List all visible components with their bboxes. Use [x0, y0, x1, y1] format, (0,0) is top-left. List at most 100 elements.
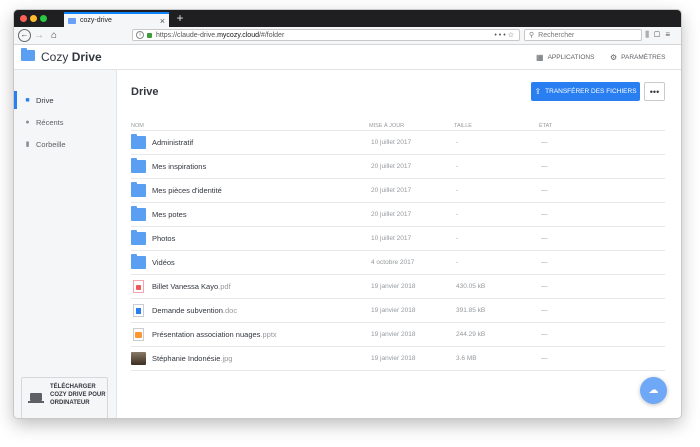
bookmark-star-icon[interactable]: ☆ — [508, 31, 516, 39]
main-content: Drive ⇪ TRANSFÉRER DES FICHIERS ••• NOM … — [117, 70, 681, 418]
url-text[interactable]: https://claude-drive.mycozy.cloud/#/fold… — [156, 32, 494, 39]
clock-icon: ● — [25, 118, 30, 126]
file-size: 244.29 kB — [456, 331, 486, 338]
browser-window: cozy-drive × + ← → ⌂ i https://claude-dr… — [14, 10, 681, 418]
table-row[interactable]: Photos 10 juillet 2017 - — — [131, 227, 665, 251]
tab-title: cozy-drive — [80, 17, 112, 24]
file-date: 19 janvier 2018 — [371, 331, 416, 338]
folder-icon: ■ — [25, 96, 30, 104]
table-row[interactable]: Vidéos 4 octobre 2017 - — — [131, 251, 665, 275]
info-icon[interactable]: i — [136, 31, 144, 39]
file-date: 19 janvier 2018 — [371, 283, 416, 290]
file-date: 10 juillet 2017 — [371, 139, 412, 146]
trash-icon: ▮ — [25, 141, 30, 148]
search-placeholder: Rechercher — [538, 31, 575, 39]
cozy-cloud-button[interactable]: ☁ — [640, 377, 667, 404]
search-icon: ⚲ — [529, 32, 535, 39]
file-name: Administratif — [152, 138, 194, 147]
grid-icon: ▦ — [536, 53, 544, 62]
table-row[interactable]: Présentation association nuages.pptx 19 … — [131, 323, 665, 347]
browser-tab[interactable]: cozy-drive × — [64, 12, 169, 27]
doc-file-icon — [133, 304, 144, 317]
sidebar-item-drive[interactable]: ■ Drive — [14, 91, 116, 109]
file-date: 19 janvier 2018 — [371, 307, 416, 314]
file-size: 3.6 MB — [456, 355, 477, 362]
file-size: - — [456, 235, 459, 242]
file-size: - — [456, 259, 459, 266]
lock-icon — [147, 32, 152, 38]
column-header-modified[interactable]: MISE À JOUR — [369, 123, 404, 129]
column-header-size[interactable]: TAILLE — [454, 123, 472, 129]
folder-icon — [131, 158, 146, 173]
table-row[interactable]: Mes potes 20 juillet 2017 - — — [131, 203, 665, 227]
menu-icon[interactable]: ⫼▢≡ — [645, 30, 675, 40]
close-window-button[interactable] — [20, 15, 27, 22]
table-row[interactable]: Mes inspirations 20 juillet 2017 - — — [131, 155, 665, 179]
app-brand: Cozy Drive — [41, 50, 102, 64]
file-size: 391.85 kB — [456, 307, 486, 314]
file-size: - — [456, 211, 459, 218]
cozy-drive-logo-icon — [21, 48, 35, 61]
file-state: — — [541, 163, 548, 170]
gear-icon: ⚙ — [610, 53, 618, 62]
file-name: Mes pièces d'identité — [152, 186, 222, 195]
search-input[interactable]: ⚲ Rechercher — [524, 29, 642, 41]
file-name: Billet Vanessa Kayo.pdf — [152, 282, 231, 291]
folder-icon — [131, 206, 146, 221]
file-date: 20 juillet 2017 — [371, 211, 412, 218]
back-arrow-icon[interactable]: ← — [18, 29, 31, 42]
file-name: Stéphanie Indonésie.jpg — [152, 354, 233, 363]
file-state: — — [541, 283, 548, 290]
minimize-window-button[interactable] — [30, 15, 37, 22]
sidebar-item-recents[interactable]: ● Récents — [14, 113, 116, 131]
laptop-icon — [28, 393, 44, 403]
app-header: Cozy Drive ▦ APPLICATIONS ⚙ PARAMÈTRES — [14, 45, 681, 70]
more-options-button[interactable]: ••• — [644, 82, 665, 101]
file-size: - — [456, 163, 459, 170]
page-actions-icon[interactable]: ••• — [494, 32, 507, 39]
column-header-state[interactable]: ÉTAT — [539, 123, 552, 129]
file-name: Mes inspirations — [152, 162, 207, 171]
close-tab-icon[interactable]: × — [160, 16, 165, 26]
pdf-file-icon — [133, 280, 144, 293]
file-date: 4 octobre 2017 — [371, 259, 415, 266]
forward-arrow-icon[interactable]: → — [34, 29, 44, 42]
file-name: Photos — [152, 234, 176, 243]
url-bar[interactable]: i https://claude-drive.mycozy.cloud/#/fo… — [132, 29, 520, 41]
download-desktop-app-button[interactable]: TÉLÉCHARGER COZY DRIVE POUR ORDINATEUR — [21, 377, 108, 418]
file-name: Présentation association nuages.pptx — [152, 330, 277, 339]
file-date: 19 janvier 2018 — [371, 355, 416, 362]
file-state: — — [541, 211, 548, 218]
settings-button[interactable]: ⚙ PARAMÈTRES — [610, 53, 665, 62]
table-row[interactable]: Mes pièces d'identité 20 juillet 2017 - … — [131, 179, 665, 203]
file-state: — — [541, 139, 548, 146]
new-tab-icon[interactable]: + — [173, 10, 187, 27]
folder-icon — [131, 134, 146, 149]
table-row[interactable]: Administratif 10 juillet 2017 - — — [131, 131, 665, 155]
file-size: 430.05 kB — [456, 283, 486, 290]
folder-icon — [68, 17, 76, 24]
file-state: — — [541, 355, 548, 362]
file-state: — — [541, 235, 548, 242]
sidebar: ■ Drive ● Récents ▮ Corbeille TÉLÉCHARGE… — [14, 70, 117, 418]
tab-bar: cozy-drive × + — [14, 10, 681, 27]
file-date: 20 juillet 2017 — [371, 187, 412, 194]
file-size: - — [456, 139, 459, 146]
page-title: Drive — [131, 86, 159, 98]
browser-toolbar: ← → ⌂ i https://claude-drive.mycozy.clou… — [14, 27, 681, 45]
table-row[interactable]: Billet Vanessa Kayo.pdf 19 janvier 2018 … — [131, 275, 665, 299]
table-row[interactable]: Stéphanie Indonésie.jpg 19 janvier 2018 … — [131, 347, 665, 371]
table-row[interactable]: Demande subvention.doc 19 janvier 2018 3… — [131, 299, 665, 323]
file-date: 10 juillet 2017 — [371, 235, 412, 242]
file-list: Administratif 10 juillet 2017 - — Mes in… — [131, 130, 665, 371]
folder-icon — [131, 254, 146, 269]
maximize-window-button[interactable] — [40, 15, 47, 22]
upload-files-button[interactable]: ⇪ TRANSFÉRER DES FICHIERS — [531, 82, 640, 101]
column-header-name[interactable]: NOM — [131, 123, 144, 129]
applications-button[interactable]: ▦ APPLICATIONS — [536, 53, 594, 62]
file-name: Demande subvention.doc — [152, 306, 238, 315]
home-icon[interactable]: ⌂ — [49, 29, 59, 42]
sidebar-item-trash[interactable]: ▮ Corbeille — [14, 135, 116, 153]
file-size: - — [456, 187, 459, 194]
folder-icon — [131, 230, 146, 245]
